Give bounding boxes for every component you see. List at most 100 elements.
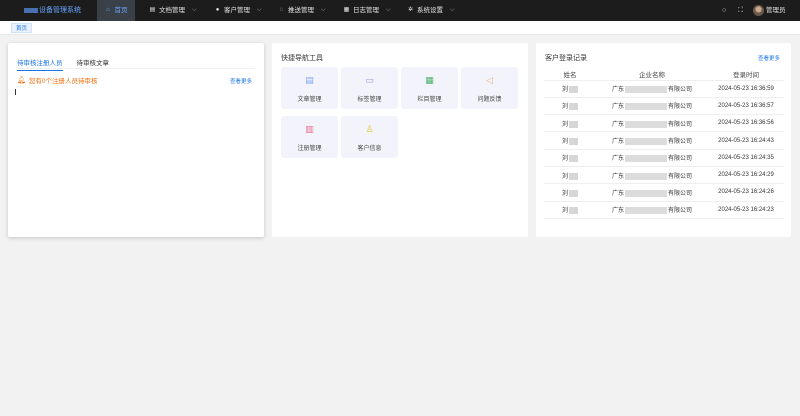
cell-name: 刘: [544, 131, 596, 150]
cell-name: 刘: [544, 97, 596, 116]
logo-mark: [24, 7, 38, 13]
avatar[interactable]: [753, 5, 764, 16]
tab-home[interactable]: 首页: [11, 23, 33, 33]
redacted-block: [625, 172, 667, 180]
redacted-block: [569, 155, 578, 163]
tool-column-management[interactable]: ▦ 栏目管理: [401, 67, 458, 109]
table-row: 刘 广东 有限公司 2024-05-23 16:36:59: [544, 80, 784, 98]
cell-name: 刘: [544, 149, 596, 167]
pending-notice: 🔔︎ 您有0个注册人员待审核: [17, 75, 98, 85]
company-prefix: 广东: [611, 173, 624, 180]
tool-customer-info[interactable]: ♙ 客户信息: [341, 116, 398, 158]
nav-label: 推送管理: [288, 7, 314, 14]
name-text: 刘: [561, 87, 568, 94]
cell-company: 广东 有限公司: [596, 80, 708, 98]
nav-item-documents[interactable]: ▤ 文档管理 ⌵: [149, 0, 197, 21]
company-suffix: 有限公司: [668, 87, 693, 94]
company-prefix: 广东: [611, 190, 624, 197]
company-prefix: 广东: [611, 87, 624, 94]
nav-label: 首页: [114, 7, 128, 14]
redacted-block: [569, 120, 578, 128]
cell-time: 2024-05-23 16:24:29: [708, 166, 784, 185]
redacted-block: [625, 155, 667, 163]
feedback-icon: ◁: [486, 75, 493, 85]
tool-register-management[interactable]: ▥ 注册管理: [281, 116, 338, 158]
customer-icon: ♙: [365, 124, 374, 134]
nav-item-settings[interactable]: ✲ 系统设置 ⌵: [407, 0, 455, 21]
nav-label: 客户管理: [224, 7, 250, 14]
table-header-row: 姓名 企业名称 登录时间: [544, 68, 784, 81]
table-row: 刘 广东 有限公司 2024-05-23 16:36:57: [544, 97, 784, 116]
login-records-table: 姓名 企业名称 登录时间 刘广东 有限公司 2024-05-23 16:36:59 刘…: [544, 68, 784, 219]
cell-name: 刘: [544, 201, 596, 219]
company-prefix: 广东: [611, 156, 624, 163]
nav-item-push[interactable]: ◌ 推送管理 ⌵: [278, 0, 326, 21]
fullscreen-icon[interactable]: ⛶: [738, 0, 743, 21]
name-text: 刘: [561, 173, 568, 180]
chevron-down-icon: ⌵: [386, 7, 391, 13]
company-suffix: 有限公司: [668, 156, 693, 163]
user-name[interactable]: 管理员: [766, 0, 786, 21]
redacted-block: [625, 103, 667, 111]
text-cursor: [15, 89, 16, 95]
pending-notice-text: 您有0个注册人员待审核: [28, 78, 98, 85]
nav-item-customers[interactable]: ● 客户管理 ⌵: [214, 0, 262, 21]
name-text: 刘: [561, 208, 568, 215]
nav-item-logs[interactable]: ▦ 日志管理 ⌵: [343, 0, 391, 21]
tool-label: 问题反馈: [477, 97, 502, 103]
user-icon: ●: [215, 7, 220, 13]
redacted-block: [625, 120, 667, 128]
column-header-company: 企业名称: [596, 68, 708, 81]
login-records-card: 客户登录记录 查看更多 姓名 企业名称 登录时间 刘广东 有限公司 2024-05-…: [536, 43, 791, 237]
redacted-block: [625, 137, 667, 145]
quick-tools-card: 快捷导航工具 ▤ 文章管理 ▭ 标签管理 ▦ 栏目管理 ◁ 问题反馈 ▥ 注册管…: [272, 43, 528, 237]
top-nav-bar: 设备管理系统 ⌂ 首页 ▤ 文档管理 ⌵ ● 客户管理 ⌵ ◌ 推送管理 ⌵ ▦…: [0, 0, 800, 21]
home-icon: ⌂: [106, 7, 110, 13]
view-more-link[interactable]: 查看更多: [758, 54, 780, 62]
tool-feedback[interactable]: ◁ 问题反馈: [461, 67, 518, 109]
redacted-block: [625, 207, 667, 215]
tool-label: 注册管理: [297, 146, 322, 152]
tag-icon: ▭: [365, 75, 374, 85]
calendar-icon: ▦: [343, 7, 350, 13]
search-icon[interactable]: ○: [722, 0, 726, 21]
table-row: 刘 广东 有限公司 2024-05-23 16:36:56: [544, 114, 784, 133]
tool-label: 栏目管理: [417, 97, 442, 103]
cell-name: 刘: [544, 166, 596, 185]
tool-tag-management[interactable]: ▭ 标签管理: [341, 67, 398, 109]
company-prefix: 广东: [611, 121, 624, 128]
table-row: 刘 广东 有限公司 2024-05-23 16:24:43: [544, 131, 784, 150]
chevron-down-icon: ⌵: [450, 7, 455, 13]
cell-company: 广东 有限公司: [596, 183, 708, 202]
company-suffix: 有限公司: [668, 208, 693, 215]
company-prefix: 广东: [611, 104, 624, 111]
tool-article-management[interactable]: ▤ 文章管理: [281, 67, 338, 109]
page-tab-strip: 首页: [0, 21, 800, 35]
company-suffix: 有限公司: [668, 121, 693, 128]
card-title: 快捷导航工具: [281, 55, 323, 62]
company-suffix: 有限公司: [668, 190, 693, 197]
nav-item-home[interactable]: ⌂ 首页: [97, 0, 135, 21]
table-row: 刘 广东 有限公司 2024-05-23 16:24:26: [544, 183, 784, 202]
table-row: 刘 广东 有限公司 2024-05-23 16:24:35: [544, 149, 784, 167]
company-prefix: 广东: [611, 139, 624, 146]
chat-icon: ◌: [279, 7, 284, 13]
name-text: 刘: [561, 104, 568, 111]
app-logo[interactable]: 设备管理系统: [24, 0, 81, 21]
gear-icon: ✲: [407, 7, 414, 13]
nav-label: 系统设置: [417, 7, 443, 14]
cell-company: 广东 有限公司: [596, 166, 708, 185]
view-more-link[interactable]: 查看更多: [230, 77, 252, 85]
name-text: 刘: [561, 121, 568, 128]
tool-label: 文章管理: [297, 97, 322, 103]
table-row: 刘 广东 有限公司 2024-05-23 16:24:29: [544, 166, 784, 185]
nav-label: 日志管理: [353, 7, 379, 14]
company-suffix: 有限公司: [668, 104, 693, 111]
register-icon: ▥: [305, 124, 314, 134]
redacted-block: [569, 172, 578, 180]
cell-time: 2024-05-23 16:24:35: [708, 149, 784, 167]
bell-icon: 🔔︎: [17, 77, 26, 84]
column-icon: ▦: [425, 75, 434, 85]
cell-name: 刘: [544, 80, 596, 98]
divider: [17, 68, 255, 69]
